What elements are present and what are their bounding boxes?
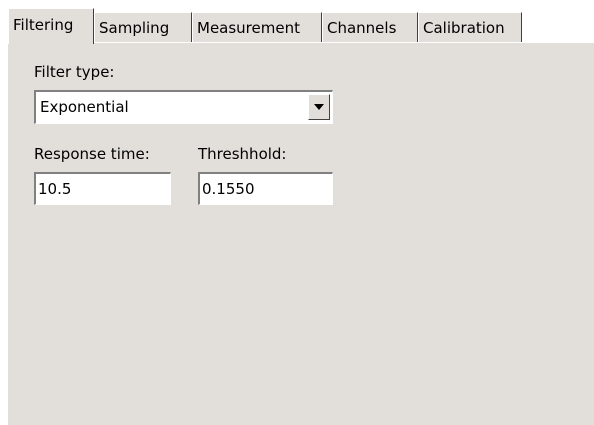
filter-type-label: Filter type: — [34, 63, 115, 81]
tab-channels[interactable]: Channels — [322, 12, 418, 42]
threshold-input[interactable] — [198, 172, 333, 205]
settings-dialog: Filtering Sampling Measurement Channels … — [0, 0, 594, 425]
tab-filtering[interactable]: Filtering — [8, 8, 94, 44]
response-time-label: Response time: — [34, 145, 150, 163]
tab-sampling[interactable]: Sampling — [94, 12, 192, 42]
threshold-label: Threshhold: — [198, 145, 287, 163]
chevron-down-icon — [314, 104, 324, 110]
tab-measurement[interactable]: Measurement — [192, 12, 322, 42]
filter-type-value: Exponential — [40, 98, 129, 116]
tab-calibration[interactable]: Calibration — [418, 12, 522, 42]
filtering-panel: Filter type: Exponential Response time: … — [8, 42, 594, 425]
filter-type-dropdown-button[interactable] — [308, 94, 330, 120]
tab-strip: Filtering Sampling Measurement Channels … — [8, 8, 594, 44]
filter-type-select[interactable]: Exponential — [34, 90, 333, 124]
response-time-input[interactable] — [34, 172, 171, 205]
